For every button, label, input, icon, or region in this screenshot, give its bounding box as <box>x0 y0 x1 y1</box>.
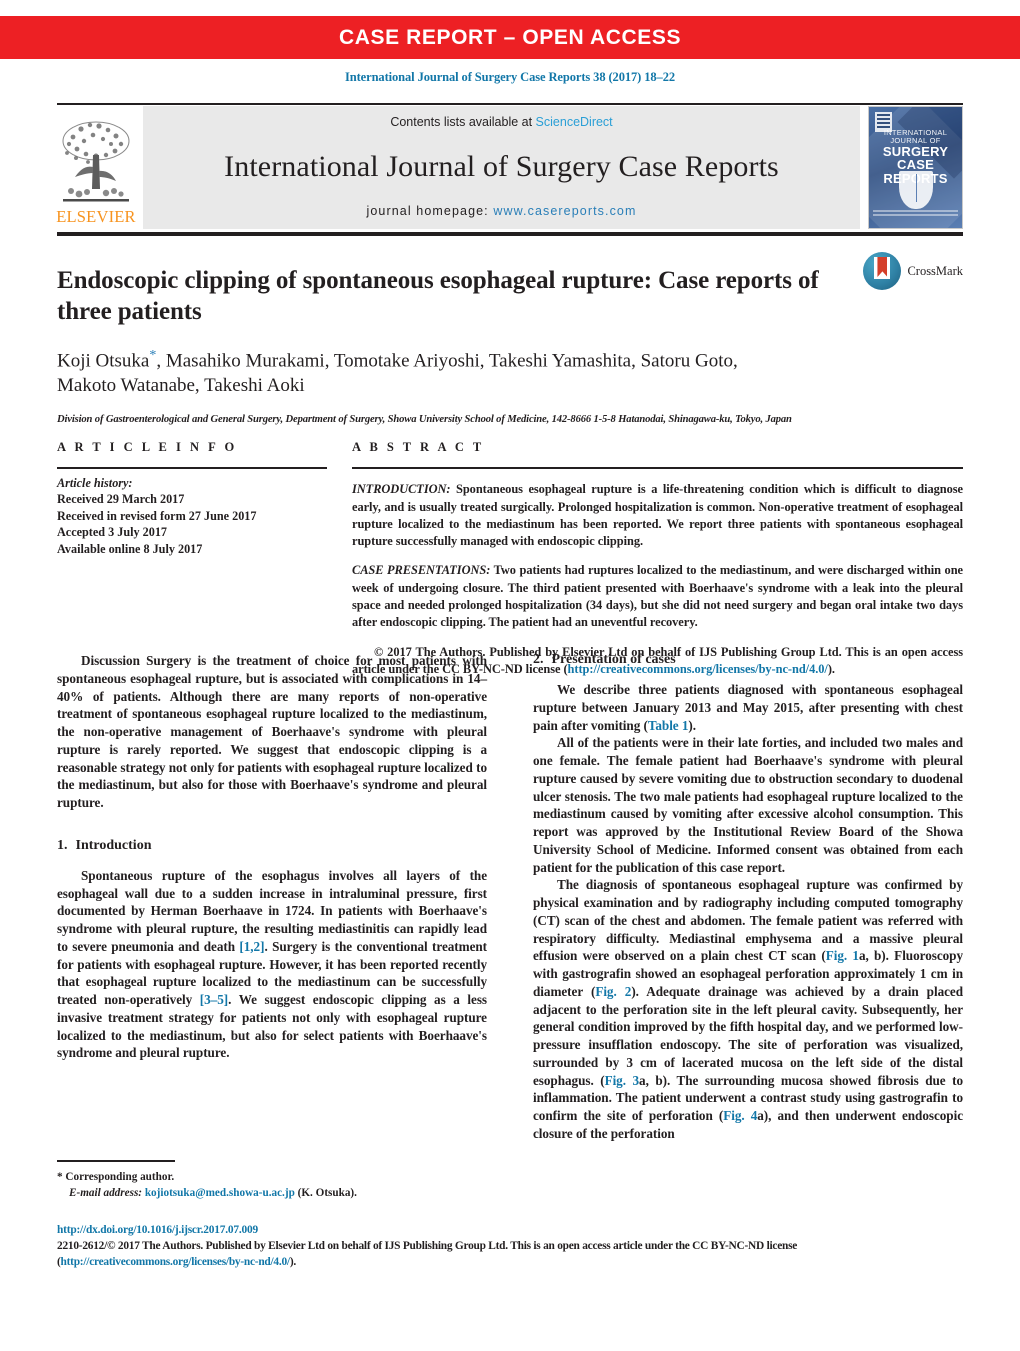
article-info-rule <box>57 467 327 469</box>
introduction-paragraph: Spontaneous rupture of the esophagus inv… <box>57 867 487 1062</box>
article-history-label: Article history: <box>57 476 133 490</box>
abstract-rule <box>352 467 963 469</box>
cover-line-3: SURGERY <box>882 143 949 159</box>
abstract-heading: A B S T R A C T <box>352 440 485 454</box>
cases-paragraph-1: We describe three patients diagnosed wit… <box>533 681 963 734</box>
banner-label: CASE REPORT – OPEN ACCESS <box>338 25 682 49</box>
title-top-rule <box>57 232 963 236</box>
section-heading-introduction: 1. Introduction <box>57 838 487 854</box>
history-accepted: Accepted 3 July 2017 <box>57 525 168 540</box>
cover-line-2: JOURNAL OF <box>890 135 941 145</box>
elsevier-logo: ELSEVIER <box>56 106 136 229</box>
article-info-heading: A R T I C L E I N F O <box>57 440 238 454</box>
masthead-top-rule <box>57 103 963 105</box>
sciencedirect-link[interactable]: ScienceDirect <box>536 115 613 129</box>
footnote-rule <box>57 1160 175 1162</box>
cases-p1-a: We describe three patients diagnosed wit… <box>533 682 963 733</box>
history-online: Available online 8 July 2017 <box>57 541 203 556</box>
bottom-matter: http://dx.doi.org/10.1016/j.ijscr.2017.0… <box>57 1222 963 1271</box>
journal-info-box: Contents lists available at ScienceDirec… <box>143 106 860 229</box>
section-heading-presentation: 2. Presentation of cases <box>533 652 963 668</box>
journal-cover-thumbnail: INTERNATIONAL JOURNAL OF SURGERY CASE RE… <box>868 106 963 229</box>
section-title-1: Introduction <box>75 837 152 853</box>
author-rest: , Masahiko Murakami, Tomotake Ariyoshi, … <box>156 350 738 372</box>
body-columns: Discussion Surgery is the treatment of c… <box>57 652 963 1143</box>
figure-2-link[interactable]: Fig. 2 <box>595 984 631 999</box>
license-link-part-a[interactable]: http:// <box>61 1256 90 1268</box>
email-note: E-mail address: kojiotsuka@med.showa-u.a… <box>57 1186 487 1202</box>
email-label: E-mail address: <box>69 1186 143 1199</box>
history-received: Received 29 March 2017 <box>57 492 185 506</box>
section-number-1: 1. <box>57 837 68 853</box>
running-head: International Journal of Surgery Case Re… <box>345 70 675 84</box>
abstract-intro-label: INTRODUCTION: <box>352 482 451 497</box>
author-list: Koji Otsuka*, Masahiko Murakami, Tomotak… <box>57 347 857 398</box>
history-revised: Received in revised form 27 June 2017 <box>57 508 257 523</box>
author-line-2: Makoto Watanabe, Takeshi Aoki <box>57 375 305 397</box>
homepage-prefix: journal homepage: <box>366 204 494 218</box>
cover-footer-lines <box>873 210 958 224</box>
affiliation: Division of Gastroenterological and Gene… <box>57 414 792 426</box>
body-left-column: Discussion Surgery is the treatment of c… <box>57 652 487 1143</box>
cover-line-4: CASE <box>897 157 934 173</box>
license-tail: ). <box>289 1256 296 1269</box>
cases-paragraph-3: The diagnosis of spontaneous esophageal … <box>533 876 963 1142</box>
corresponding-author-note: * Corresponding author. <box>57 1170 487 1186</box>
elsevier-tree-icon <box>59 115 133 207</box>
footnote-block: * Corresponding author. E-mail address: … <box>57 1170 487 1202</box>
issn-copyright-line: 2210-2612/© 2017 The Authors. Published … <box>57 1238 963 1270</box>
paper-page: CASE REPORT – OPEN ACCESS International … <box>0 0 1020 1351</box>
crossmark-icon <box>863 252 902 290</box>
license-link-part-b[interactable]: creativecommons.org/licenses/by-nc-nd/4.… <box>89 1256 290 1268</box>
discussion-paragraph: Discussion Surgery is the treatment of c… <box>57 653 487 810</box>
elsevier-wordmark: ELSEVIER <box>56 207 136 226</box>
journal-masthead: ELSEVIER Contents lists available at Sci… <box>56 106 963 229</box>
title-block: CrossMark Endoscopic clipping of spontan… <box>57 248 963 428</box>
email-link[interactable]: kojiotsuka@med.showa-u.ac.jp <box>145 1187 295 1199</box>
footnote-star: * <box>57 1171 63 1183</box>
body-right-column: 2. Presentation of cases We describe thre… <box>533 652 963 1143</box>
figure-4-link[interactable]: Fig. 4 <box>723 1108 757 1123</box>
section-number-2: 2. <box>533 652 544 667</box>
table-1-link[interactable]: Table 1 <box>648 718 689 733</box>
corresponding-author-text: Corresponding author. <box>65 1171 175 1183</box>
crossmark-badge[interactable]: CrossMark <box>863 252 963 290</box>
author-first: Koji Otsuka <box>57 350 150 372</box>
reference-link-1-2[interactable]: [1,2] <box>239 939 264 954</box>
section-title-2: Presentation of cases <box>551 652 676 667</box>
reference-link-3-5[interactable]: [3–5] <box>200 992 228 1007</box>
contents-prefix: Contents lists available at <box>390 115 536 129</box>
journal-title: International Journal of Surgery Case Re… <box>224 149 779 183</box>
open-access-banner: CASE REPORT – OPEN ACCESS <box>0 16 1020 59</box>
page-title: Endoscopic clipping of spontaneous esoph… <box>57 266 819 325</box>
doi-link[interactable]: http://dx.doi.org/10.1016/j.ijscr.2017.0… <box>57 1222 963 1238</box>
crossmark-label: CrossMark <box>907 263 963 278</box>
email-owner: (K. Otsuka). <box>297 1186 357 1199</box>
figure-1-link[interactable]: Fig. 1 <box>826 948 859 963</box>
contents-list-line: Contents lists available at ScienceDirec… <box>390 115 612 129</box>
cases-p1-b: ). <box>688 717 696 733</box>
abstract-introduction: INTRODUCTION: Spontaneous esophageal rup… <box>352 481 963 550</box>
journal-homepage-line: journal homepage: www.casereports.com <box>367 204 637 218</box>
abstract-cases-label: CASE PRESENTATIONS: <box>352 563 491 578</box>
cases-paragraph-2: All of the patients were in their late f… <box>533 735 963 875</box>
homepage-link[interactable]: www.casereports.com <box>493 204 636 218</box>
figure-3-link[interactable]: Fig. 3 <box>605 1073 640 1088</box>
abstract-cases: CASE PRESENTATIONS: Two patients had rup… <box>352 562 963 631</box>
